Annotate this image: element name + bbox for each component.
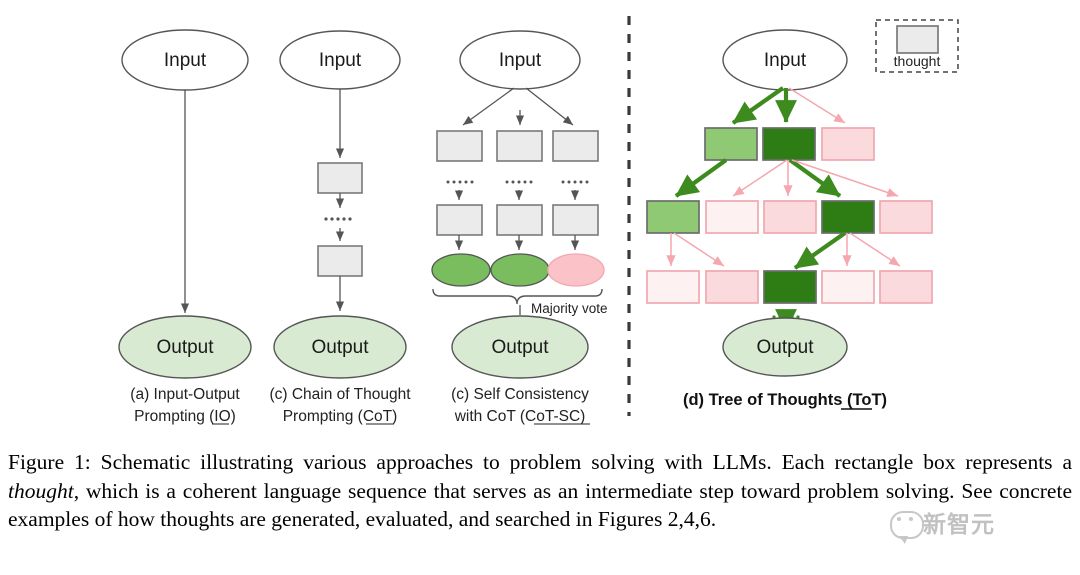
cotsc-outcome-1 <box>431 253 491 287</box>
tot-edge-l1b-to-l2b <box>732 159 788 197</box>
tot-input-label: Input <box>764 50 807 71</box>
io-input-label: Input <box>164 50 207 71</box>
cotsc-caption-line2: with CoT (CoT-SC) <box>454 408 586 425</box>
cotsc-ellipsis-c3 <box>561 180 589 184</box>
tot-node-l3-2 <box>705 270 759 304</box>
cotsc-fanout-right <box>525 87 574 126</box>
cotsc-thought-box-r2c1 <box>436 204 483 236</box>
tot-edge-l1b-to-l2d <box>788 158 842 198</box>
panel-io: Input Output (a) Input-Output Prompting … <box>118 29 252 425</box>
tot-legend-label: thought <box>894 53 941 69</box>
cotsc-thought-box-r1c3 <box>552 130 599 162</box>
panel-cotsc: Input Majority vote Output (c) Self Cons… <box>431 30 608 425</box>
figure-caption: Figure 1: Schematic illustrating various… <box>8 448 1072 534</box>
tot-edge-root-to-l1c <box>788 87 846 124</box>
cotsc-ellipsis-c1 <box>446 180 474 184</box>
caption-emphasis-thought: thought <box>8 478 74 503</box>
schematic-diagram: Input Output (a) Input-Output Prompting … <box>118 16 959 425</box>
tot-node-l1-3 <box>821 127 875 161</box>
cotsc-thought-box-r2c2 <box>496 204 543 236</box>
tot-node-l2-2 <box>705 200 759 234</box>
cotsc-output-label: Output <box>491 337 549 358</box>
tot-edge-l1b-to-l2e <box>791 159 899 197</box>
cotsc-thought-box-r2c3 <box>552 204 599 236</box>
io-caption-line1: (a) Input-Output <box>130 386 240 403</box>
tot-edge-l2d-to-l3e <box>849 232 901 267</box>
tot-node-l2-1 <box>646 200 700 234</box>
tot-node-l3-5 <box>879 270 933 304</box>
cotsc-caption-line2-text: with CoT (CoT-SC) <box>454 408 586 425</box>
cotsc-fanout-left <box>462 87 515 126</box>
io-caption-line2-text: Prompting (IO) <box>134 408 236 425</box>
cot-caption-line2: Prompting (CoT) <box>283 408 398 425</box>
cotsc-caption-line1: (c) Self Consistency <box>451 386 589 403</box>
tot-node-l1-1 <box>704 127 758 161</box>
io-output-label: Output <box>156 337 214 358</box>
cot-thought-box-1 <box>317 162 363 194</box>
tot-edge-l1a-to-l2a <box>674 158 728 198</box>
tot-caption-text: (d) Tree of Thoughts (ToT) <box>683 391 887 409</box>
cot-thought-box-2 <box>317 245 363 277</box>
tot-node-l3-4 <box>821 270 875 304</box>
cot-ellipsis <box>324 217 352 221</box>
cotsc-thought-box-r1c2 <box>496 130 543 162</box>
tot-legend-thought-swatch <box>896 25 939 54</box>
cotsc-outcome-2 <box>490 253 550 287</box>
panel-cot: Input Output (c) Chain of Thought Prompt… <box>269 30 411 425</box>
caption-lead: Figure 1: Schematic illustrating various… <box>8 450 1072 474</box>
panel-tot: thought Input Output (d) Tree of Thought… <box>646 19 959 410</box>
tot-edge-root-to-l1a <box>731 86 785 125</box>
io-caption-line2: Prompting (IO) <box>134 408 236 425</box>
tot-edge-l2d-to-l3c <box>793 231 847 270</box>
tot-node-l2-4 <box>821 200 875 234</box>
cotsc-outcome-3 <box>547 253 605 287</box>
tot-edge-l2a-to-l3b <box>673 232 725 267</box>
cotsc-input-label: Input <box>499 50 542 71</box>
tot-output-label: Output <box>756 337 814 358</box>
cot-caption-line2-text: Prompting (CoT) <box>283 408 398 425</box>
cotsc-majority-vote-label: Majority vote <box>531 301 608 316</box>
cotsc-ellipsis-c2 <box>505 180 533 184</box>
tot-node-l1-2 <box>762 127 816 161</box>
cotsc-thought-box-r1c1 <box>436 130 483 162</box>
tot-node-l2-5 <box>879 200 933 234</box>
tot-node-l3-3 <box>763 270 817 304</box>
cot-input-label: Input <box>319 50 362 71</box>
cot-caption-line1: (c) Chain of Thought <box>269 386 411 403</box>
figure-container: Input Output (a) Input-Output Prompting … <box>0 0 1080 575</box>
tot-node-l3-1 <box>646 270 700 304</box>
tot-node-l2-3 <box>763 200 817 234</box>
tot-caption: (d) Tree of Thoughts (ToT) <box>683 391 887 409</box>
cot-output-label: Output <box>311 337 369 358</box>
caption-rest: , which is a coherent language sequence … <box>8 478 1072 532</box>
